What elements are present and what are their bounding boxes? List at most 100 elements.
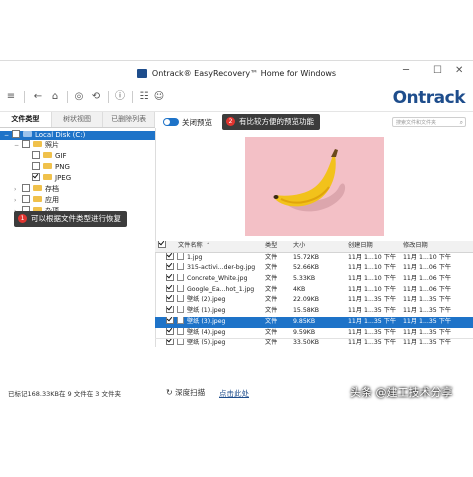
expand-icon[interactable]: › xyxy=(14,185,22,194)
tab-tree-view[interactable]: 树状视图 xyxy=(51,112,104,127)
tree-checkbox[interactable] xyxy=(22,184,30,192)
header-created[interactable]: 创建日期 xyxy=(348,241,373,252)
file-type: 文件 xyxy=(265,296,278,304)
annotation-callout-2: 2 有比较方便的预览功能 xyxy=(222,114,320,130)
row-checkbox[interactable] xyxy=(166,252,177,264)
tab-file-type[interactable]: 文件类型 xyxy=(0,112,52,127)
tree-checkbox[interactable] xyxy=(32,173,40,181)
row-checkbox[interactable] xyxy=(166,327,177,339)
row-checkbox[interactable] xyxy=(166,274,177,285)
file-created: 11月 1...35 下午 xyxy=(348,307,397,315)
sort-asc-icon[interactable]: ˄ xyxy=(207,241,210,252)
tree-item-photos[interactable]: − 照片 xyxy=(14,140,59,150)
tree-item-jpeg[interactable]: JPEG xyxy=(32,173,72,183)
tree-item-label: JPEG xyxy=(55,174,72,182)
file-name: Concrete_White.jpg xyxy=(187,275,248,283)
tree-item-label: 应用 xyxy=(45,196,59,204)
tree-item-local-disk[interactable]: − Local Disk (C:) xyxy=(0,130,155,140)
user-icon[interactable]: ☺ xyxy=(152,90,166,104)
file-name: 315-activi...der-bg.jpg xyxy=(187,264,256,272)
file-type-tree: − Local Disk (C:) − 照片 GIF PNG JPEG › 存档 › 应… xyxy=(0,128,156,347)
row-checkbox[interactable] xyxy=(166,263,177,274)
cart-icon[interactable]: ☷ xyxy=(137,90,151,104)
tree-item-archive[interactable]: › 存档 xyxy=(14,184,59,194)
back-icon[interactable]: ← xyxy=(31,90,45,104)
view-tabs: 文件类型 树状视图 已删除列表 xyxy=(0,112,156,128)
folder-icon xyxy=(43,152,52,158)
file-name: 壁纸 (1).jpeg xyxy=(187,307,226,315)
annotation-text: 可以根据文件类型进行恢复 xyxy=(31,214,121,223)
file-created: 11月 1...10 下午 xyxy=(348,264,397,272)
maximize-button[interactable]: ☐ xyxy=(433,65,442,76)
file-created: 11月 1...35 下午 xyxy=(348,317,397,325)
file-icon xyxy=(177,252,184,264)
row-checkbox[interactable] xyxy=(166,295,177,306)
home-icon[interactable]: ⌂ xyxy=(48,90,62,104)
row-checkbox[interactable] xyxy=(166,338,177,349)
file-name: 壁纸 (4).jpeg xyxy=(187,328,226,336)
file-modified: 11月 1...35 下午 xyxy=(403,328,452,336)
table-row[interactable]: 壁纸 (2).jpeg 文件 22.09KB 11月 1...35 下午 11月 1..… xyxy=(155,295,473,306)
tree-item-apps[interactable]: › 应用 xyxy=(14,195,59,205)
search-icon[interactable]: ⌕ xyxy=(460,118,463,128)
info-icon[interactable]: ⓘ xyxy=(113,90,127,104)
file-type: 文件 xyxy=(265,253,278,261)
folder-icon xyxy=(43,163,52,169)
file-modified: 11月 1...06 下午 xyxy=(403,285,452,293)
table-row[interactable]: Concrete_White.jpg 文件 5.33KB 11月 1...10 下午 1… xyxy=(155,274,473,285)
collapse-icon[interactable]: − xyxy=(4,131,12,140)
tree-checkbox[interactable] xyxy=(22,195,30,203)
file-type: 文件 xyxy=(265,307,278,315)
file-created: 11月 1...10 下午 xyxy=(348,275,397,283)
file-icon xyxy=(177,274,184,285)
header-size[interactable]: 大小 xyxy=(293,241,305,252)
deep-scan-link[interactable]: 点击此处 xyxy=(219,388,249,399)
tree-item-png[interactable]: PNG xyxy=(32,162,70,172)
header-name[interactable]: 文件名称 xyxy=(178,241,203,252)
collapse-icon[interactable]: − xyxy=(14,141,22,150)
close-button[interactable]: ✕ xyxy=(455,65,463,76)
row-checkbox[interactable] xyxy=(166,306,177,317)
table-row[interactable]: 1.jpg 文件 15.72KB 11月 1...10 下午 11月 1...10 下午 xyxy=(155,252,473,264)
header-modified[interactable]: 修改日期 xyxy=(403,241,428,252)
app-icon xyxy=(136,68,147,78)
scan-icon[interactable]: ◎ xyxy=(72,90,86,104)
table-row[interactable]: 壁纸 (3).jpeg 文件 9.85KB 11月 1...35 下午 11月 1...… xyxy=(155,316,473,328)
minimize-button[interactable]: ─ xyxy=(403,65,409,76)
file-created: 11月 1...10 下午 xyxy=(348,285,397,293)
tree-checkbox[interactable] xyxy=(32,151,40,159)
tree-checkbox[interactable] xyxy=(22,140,30,148)
toolbar: ≡ ← ⌂ ◎ ⟲ ⓘ ☷ ☺ Ontrack xyxy=(0,85,473,112)
tree-checkbox[interactable] xyxy=(32,162,40,170)
file-size: 9.85KB xyxy=(293,317,316,325)
annotation-callout-1: 1 可以根据文件类型进行恢复 xyxy=(14,211,127,227)
header-type[interactable]: 类型 xyxy=(265,241,277,252)
expand-icon[interactable]: › xyxy=(14,196,22,205)
tree-item-label: GIF xyxy=(55,152,67,160)
deep-scan-label: ↻ 深度扫描 xyxy=(166,388,206,397)
table-row[interactable]: 壁纸 (5).jpeg 文件 33.50KB 11月 1...35 下午 11月 1..… xyxy=(155,338,473,349)
tab-deleted-list[interactable]: 已删除列表 xyxy=(103,112,156,127)
file-icon xyxy=(177,338,184,349)
file-name: 壁纸 (2).jpeg xyxy=(187,296,226,304)
preview-toggle[interactable] xyxy=(163,118,179,126)
row-checkbox[interactable] xyxy=(166,284,177,296)
row-checkbox[interactable] xyxy=(166,316,177,328)
tree-checkbox[interactable] xyxy=(12,130,20,138)
table-header: 文件名称 ˄ 类型 大小 创建日期 修改日期 xyxy=(155,241,473,253)
recover-icon[interactable]: ⟲ xyxy=(89,90,103,104)
table-row[interactable]: 315-activi...der-bg.jpg 文件 52.66KB 11月 1...… xyxy=(155,263,473,274)
table-row[interactable]: 壁纸 (4).jpeg 文件 9.59KB 11月 1...35 下午 11月 1...… xyxy=(155,327,473,339)
file-size: 9.59KB xyxy=(293,328,316,336)
file-modified: 11月 1...06 下午 xyxy=(403,275,452,283)
table-row[interactable]: 壁纸 (1).jpeg 文件 15.58KB 11月 1...35 下午 11月 1..… xyxy=(155,306,473,317)
menu-icon[interactable]: ≡ xyxy=(4,90,18,104)
tree-item-gif[interactable]: GIF xyxy=(32,151,67,161)
divider xyxy=(155,338,473,339)
search-input[interactable]: 搜索文件和文件夹 ⌕ xyxy=(392,117,466,127)
file-type: 文件 xyxy=(265,328,278,336)
table-row[interactable]: Google_Ea...hot_1.jpg 文件 4KB 11月 1...10 下午 1… xyxy=(155,284,473,296)
app-window: Ontrack® EasyRecovery™ Home for Windows … xyxy=(0,60,473,398)
select-all-checkbox[interactable] xyxy=(158,241,169,252)
tree-item-label: 照片 xyxy=(45,141,59,149)
